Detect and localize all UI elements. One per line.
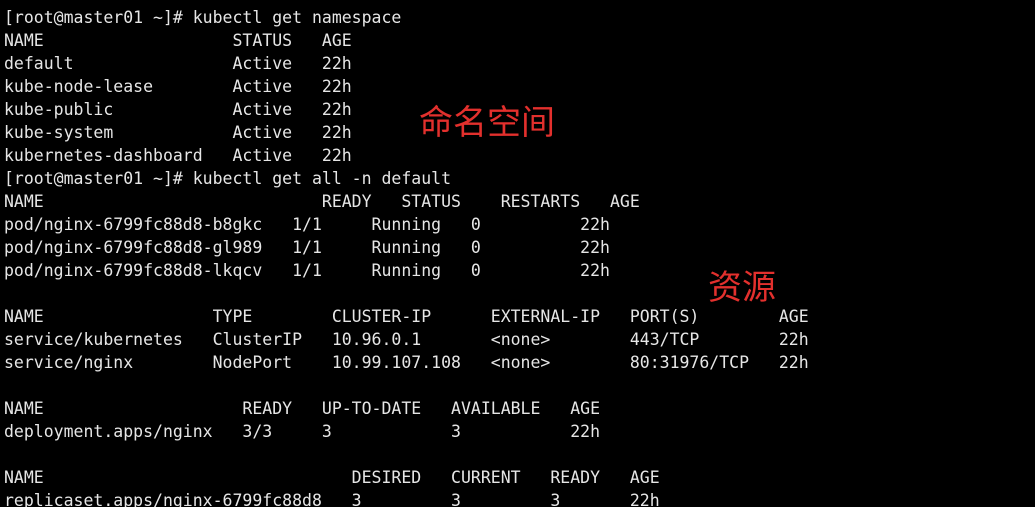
service-row: service/kubernetes ClusterIP 10.96.0.1 <…: [4, 330, 809, 349]
prompt-line-get-all: [root@master01 ~]# kubectl get all -n de…: [4, 169, 452, 188]
namespace-row: kube-node-lease Active 22h: [4, 77, 352, 96]
service-row: service/nginx NodePort 10.99.107.108 <no…: [4, 353, 809, 372]
pod-row: pod/nginx-6799fc88d8-b8gkc 1/1 Running 0…: [4, 215, 610, 234]
replicaset-row: replicaset.apps/nginx-6799fc88d8 3 3 3 2…: [4, 491, 660, 507]
replicaset-table-header: NAME DESIRED CURRENT READY AGE: [4, 468, 660, 487]
namespace-annotation: 命名空间: [419, 103, 555, 143]
namespace-row: default Active 22h: [4, 54, 352, 73]
pod-table-header: NAME READY STATUS RESTARTS AGE: [4, 192, 640, 211]
deployment-row: deployment.apps/nginx 3/3 3 3 22h: [4, 422, 601, 441]
terminal-output: [root@master01 ~]# kubectl get namespace…: [4, 6, 809, 507]
pod-row: pod/nginx-6799fc88d8-gl989 1/1 Running 0…: [4, 238, 610, 257]
pod-row: pod/nginx-6799fc88d8-lkqcv 1/1 Running 0…: [4, 261, 610, 280]
namespace-table-header: NAME STATUS AGE: [4, 31, 352, 50]
namespace-row: kube-public Active 22h: [4, 100, 352, 119]
prompt-line-get-namespace: [root@master01 ~]# kubectl get namespace: [4, 8, 402, 27]
namespace-row: kube-system Active 22h: [4, 123, 352, 142]
service-table-header: NAME TYPE CLUSTER-IP EXTERNAL-IP PORT(S)…: [4, 307, 809, 326]
terminal-window[interactable]: [root@master01 ~]# kubectl get namespace…: [0, 0, 1035, 507]
deployment-table-header: NAME READY UP-TO-DATE AVAILABLE AGE: [4, 399, 601, 418]
resources-annotation: 资源: [708, 268, 776, 308]
namespace-row: kubernetes-dashboard Active 22h: [4, 146, 352, 165]
